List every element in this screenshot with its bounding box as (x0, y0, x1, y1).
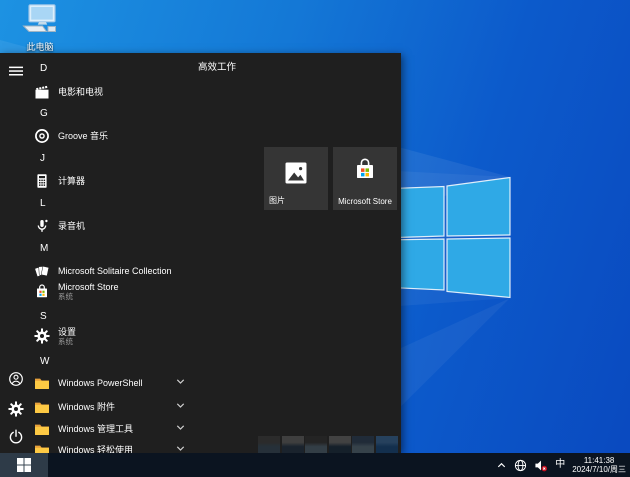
app-label: 计算器 (58, 176, 86, 186)
folder-icon (34, 375, 50, 391)
calculator-icon (34, 173, 50, 189)
folder-icon (34, 399, 50, 415)
windows-logo-icon (17, 458, 31, 472)
volume-muted-icon[interactable] (534, 459, 548, 472)
chevron-down-icon (175, 374, 186, 392)
loading-tile[interactable] (258, 436, 280, 453)
app-list-section-header[interactable]: M (40, 241, 48, 255)
this-pc-icon (20, 4, 60, 34)
app-label: 设置 (58, 326, 77, 337)
folder-icon (34, 442, 50, 453)
app-list-section-header[interactable]: S (40, 309, 47, 323)
settings-icon (34, 328, 50, 344)
folder-icon (34, 421, 50, 437)
app-item-calculator[interactable]: 计算器 (34, 168, 184, 194)
desktop-icon-this-pc[interactable]: 此电脑 (14, 4, 66, 53)
app-item-folder[interactable]: Windows PowerShell (34, 370, 186, 396)
tile-photos[interactable]: 图片 (264, 147, 328, 210)
voice-recorder-icon (34, 218, 50, 234)
chevron-down-icon (175, 420, 186, 438)
app-list-section-header[interactable]: L (40, 196, 46, 210)
app-label: Microsoft Store (58, 281, 119, 292)
app-sublabel: 系统 (58, 336, 73, 346)
tile-label: Microsoft Store (338, 197, 392, 206)
app-item-groove-music[interactable]: Groove 音乐 (34, 123, 184, 149)
movies-tv-icon (34, 84, 50, 100)
tile-store[interactable]: Microsoft Store (333, 147, 397, 210)
desktop-icon-label: 此电脑 (26, 42, 54, 52)
section-letter: G (40, 107, 48, 119)
app-label: Windows 管理工具 (58, 424, 134, 434)
app-list: D 电影和电视 G Groove 音乐 J 计算器 L 录音机 M Microsoft Solit… (34, 53, 200, 453)
section-letter: L (40, 197, 46, 209)
app-label: Microsoft Solitaire Collection (58, 266, 172, 276)
chevron-down-icon (175, 441, 186, 453)
hamburger-icon[interactable] (8, 63, 24, 79)
app-label: Windows PowerShell (58, 378, 143, 388)
photos-icon (283, 160, 309, 186)
section-letter: S (40, 310, 47, 322)
start-menu: D 电影和电视 G Groove 音乐 J 计算器 L 录音机 M Microsoft Solit… (0, 53, 401, 453)
clock-time: 11:41:38 (583, 455, 615, 465)
app-label: 录音机 (58, 221, 86, 231)
globe-icon[interactable] (514, 459, 527, 472)
system-tray: 中 11:41:38 2024/7/10/周三 (496, 456, 630, 475)
section-letter: D (40, 62, 48, 74)
groove-music-icon (34, 128, 50, 144)
loading-tile[interactable] (305, 436, 328, 453)
tile-label: 图片 (269, 196, 285, 205)
screen: 此电脑 D 电影和电视 G Groove 音乐 J 计算器 L 录音机 M Microsoft S… (0, 0, 630, 477)
app-item-settings[interactable]: 设置 系统 (34, 322, 184, 350)
start-button[interactable] (0, 453, 48, 477)
app-label: Windows 轻松使用 (58, 445, 134, 453)
app-label: 电影和电视 (58, 87, 104, 97)
app-item-movies-tv[interactable]: 电影和电视 (34, 79, 184, 105)
loading-tile[interactable] (328, 436, 351, 453)
chevron-down-icon (175, 398, 186, 416)
loading-tile[interactable] (376, 436, 398, 453)
store-tile-icon (352, 156, 378, 182)
tile-group-header: 高效工作 (198, 62, 237, 73)
app-item-folder[interactable]: Windows 轻松使用 (34, 437, 186, 453)
taskbar-clock[interactable]: 11:41:38 2024/7/10/周三 (572, 456, 626, 475)
loading-tile[interactable] (281, 436, 304, 453)
section-letter: M (40, 242, 49, 254)
store-icon (34, 283, 50, 299)
gear-icon[interactable] (8, 401, 24, 417)
taskbar: 中 11:41:38 2024/7/10/周三 (0, 453, 630, 477)
power-icon[interactable] (8, 429, 24, 445)
app-list-section-header[interactable]: G (40, 106, 48, 120)
chevron-up-icon[interactable] (496, 460, 507, 471)
app-label: Groove 音乐 (58, 131, 109, 141)
ime-indicator[interactable]: 中 (555, 460, 565, 470)
app-list-section-header[interactable]: J (40, 151, 45, 165)
app-item-voice-recorder[interactable]: 录音机 (34, 213, 184, 239)
clock-date: 2024/7/10/周三 (572, 465, 626, 474)
section-letter: W (40, 355, 50, 367)
app-list-section-header[interactable]: W (40, 354, 49, 368)
start-menu-rail (0, 53, 32, 453)
app-item-store[interactable]: Microsoft Store 系统 (34, 277, 184, 305)
section-letter: J (40, 152, 45, 164)
loading-tile[interactable] (352, 436, 375, 453)
app-list-section-header[interactable]: D (40, 61, 47, 75)
app-label: Windows 附件 (58, 402, 116, 412)
app-sublabel: 系统 (58, 291, 73, 301)
user-icon[interactable] (8, 371, 24, 387)
